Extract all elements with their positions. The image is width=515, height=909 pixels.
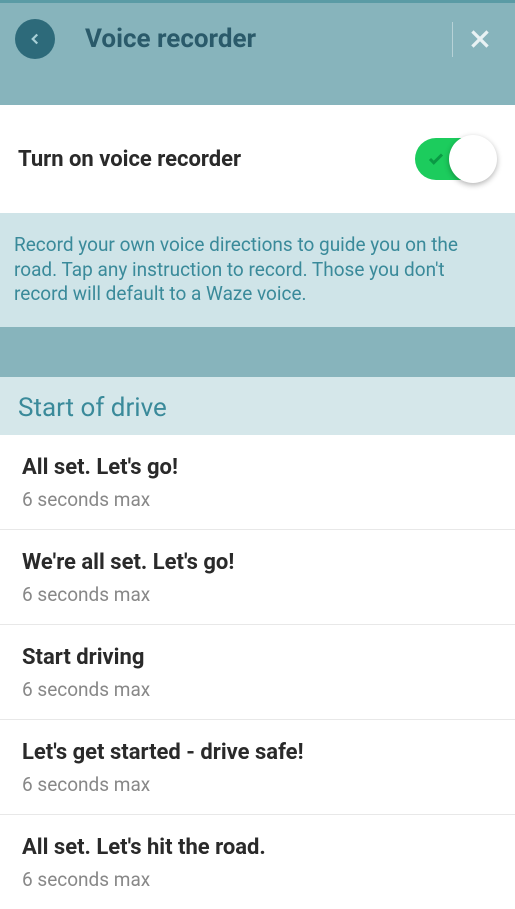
close-button[interactable]	[460, 19, 500, 59]
instruction-title: We're all set. Let's go!	[22, 550, 493, 575]
instruction-title: Start driving	[22, 645, 493, 670]
instruction-duration: 6 seconds max	[22, 678, 493, 701]
check-icon	[427, 150, 445, 168]
instruction-title: Let's get started - drive safe!	[22, 740, 493, 765]
close-icon	[467, 26, 493, 52]
spacer	[0, 75, 515, 105]
instruction-duration: 6 seconds max	[22, 773, 493, 796]
toggle-row: Turn on voice recorder	[0, 105, 515, 213]
section-header: Start of drive	[0, 377, 515, 435]
instruction-duration: 6 seconds max	[22, 868, 493, 891]
spacer	[0, 327, 515, 377]
divider	[452, 22, 453, 57]
instruction-duration: 6 seconds max	[22, 583, 493, 606]
toggle-label: Turn on voice recorder	[18, 147, 241, 172]
toggle-thumb	[449, 135, 497, 183]
instruction-item[interactable]: All set. Let's hit the road. 6 seconds m…	[0, 815, 515, 909]
header-bar: Voice recorder	[0, 0, 515, 75]
instruction-title: All set. Let's go!	[22, 455, 493, 480]
instruction-item[interactable]: We're all set. Let's go! 6 seconds max	[0, 530, 515, 625]
info-panel: Record your own voice directions to guid…	[0, 213, 515, 327]
section-title: Start of drive	[18, 393, 497, 423]
voice-recorder-toggle[interactable]	[415, 135, 497, 183]
instruction-item[interactable]: All set. Let's go! 6 seconds max	[0, 435, 515, 530]
chevron-left-icon	[26, 30, 44, 48]
page-title: Voice recorder	[85, 24, 256, 54]
instruction-item[interactable]: Start driving 6 seconds max	[0, 625, 515, 720]
instruction-title: All set. Let's hit the road.	[22, 835, 493, 860]
info-text: Record your own voice directions to guid…	[14, 233, 501, 307]
instruction-duration: 6 seconds max	[22, 488, 493, 511]
instruction-list: All set. Let's go! 6 seconds max We're a…	[0, 435, 515, 909]
instruction-item[interactable]: Let's get started - drive safe! 6 second…	[0, 720, 515, 815]
back-button[interactable]	[15, 19, 55, 59]
